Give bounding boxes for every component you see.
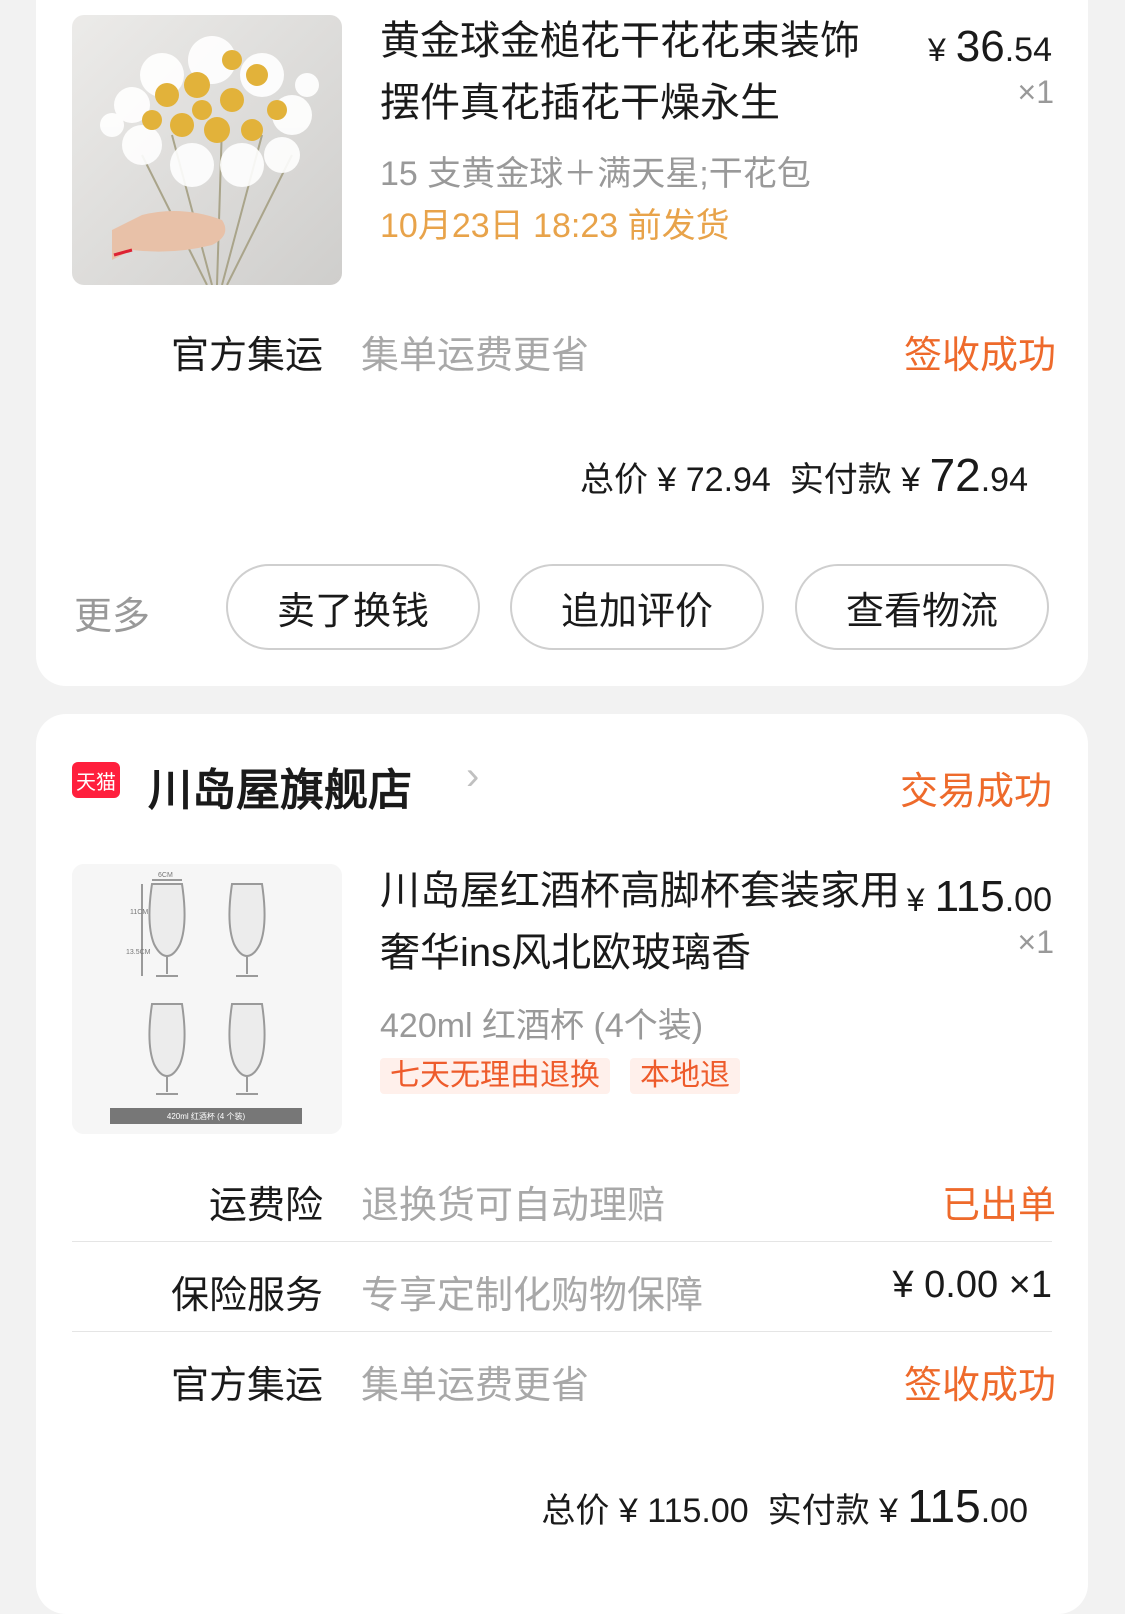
service-status-shipping-insurance[interactable]: 已出单 bbox=[942, 1174, 1056, 1229]
product-title[interactable]: 川岛屋红酒杯高脚杯套装家用奢华ins风北欧玻璃香 bbox=[380, 860, 900, 984]
order-total: 总价 ¥ 115.00 实付款 ¥ 115.00 bbox=[541, 1479, 1028, 1533]
price-decimal: .00 bbox=[1004, 881, 1052, 919]
product-quantity: ×1 bbox=[1017, 74, 1054, 110]
dimension-label-width: 6CM bbox=[158, 872, 173, 879]
order-total: 总价 ¥ 72.94 实付款 ¥ 72.94 bbox=[580, 448, 1028, 502]
product-image-dried-flowers[interactable] bbox=[72, 15, 342, 285]
chevron-right-icon[interactable]: › bbox=[466, 754, 479, 799]
total-price: 总价 ¥ 115.00 bbox=[541, 1492, 749, 1530]
product-price: ¥36.54 bbox=[928, 22, 1052, 72]
service-desc-consolidation: 集单运费更省 bbox=[361, 335, 590, 377]
product-price: ¥115.00 bbox=[907, 872, 1052, 922]
ship-deadline: 10月23日 18:23 前发货 bbox=[380, 207, 730, 245]
divider bbox=[72, 1241, 1052, 1242]
price-currency: ¥ bbox=[927, 32, 946, 68]
service-status-consolidation[interactable]: 签收成功 bbox=[904, 1354, 1056, 1409]
product-sku: 420ml 红酒杯 (4个装) bbox=[380, 1007, 704, 1045]
service-label-insurance: 保险服务 bbox=[170, 1275, 323, 1317]
service-label-shipping-insurance: 运费险 bbox=[208, 1185, 323, 1227]
wine-glass-set-image: 6CM 11CM 13.5CM 420ml 红酒杯 (4 个装) bbox=[72, 864, 342, 1134]
service-label-consolidation: 官方集运 bbox=[170, 335, 323, 377]
paid-integer: 115 bbox=[907, 1480, 981, 1532]
order-status: 交易成功 bbox=[899, 771, 1052, 813]
service-status-consolidation[interactable]: 签收成功 bbox=[904, 324, 1056, 379]
return-policy-tag: 七天无理由退换 bbox=[380, 1058, 610, 1094]
dimension-label-height: 13.5CM bbox=[126, 949, 151, 956]
paid-integer: 72 bbox=[929, 449, 981, 501]
price-integer: 36 bbox=[955, 22, 1005, 71]
divider bbox=[72, 1331, 1052, 1332]
service-status-insurance: ¥ 0.00 ×1 bbox=[892, 1264, 1052, 1306]
service-desc-insurance: 专享定制化购物保障 bbox=[361, 1275, 704, 1317]
product-sku: 15 支黄金球＋满天星;干花包 bbox=[380, 155, 811, 193]
product-image-wine-glasses[interactable]: 6CM 11CM 13.5CM 420ml 红酒杯 (4 个装) bbox=[72, 864, 342, 1134]
paid-label: 实付款 ¥ bbox=[767, 1492, 898, 1530]
total-price: 总价 ¥ 72.94 bbox=[579, 461, 771, 499]
paid-decimal: .94 bbox=[980, 461, 1028, 499]
service-desc-shipping-insurance: 退换货可自动理赔 bbox=[361, 1185, 666, 1227]
order-card: 天猫 川岛屋旗舰店 › 交易成功 6CM 11CM 13.5CM 420ml 红… bbox=[36, 714, 1088, 1614]
dried-flower-bouquet-image bbox=[72, 15, 342, 285]
service-desc-consolidation: 集单运费更省 bbox=[361, 1365, 590, 1407]
image-caption: 420ml 红酒杯 (4 个装) bbox=[167, 1111, 246, 1121]
resell-button[interactable]: 卖了换钱 bbox=[226, 564, 480, 650]
shop-name[interactable]: 川岛屋旗舰店 bbox=[148, 754, 412, 818]
view-logistics-button[interactable]: 查看物流 bbox=[795, 564, 1049, 650]
tmall-badge-icon: 天猫 bbox=[72, 762, 120, 798]
product-quantity: ×1 bbox=[1017, 924, 1054, 960]
paid-label: 实付款 ¥ bbox=[789, 461, 921, 499]
price-decimal: .54 bbox=[1004, 31, 1052, 69]
dimension-label-bowl: 11CM bbox=[130, 909, 148, 916]
add-review-button[interactable]: 追加评价 bbox=[510, 564, 764, 650]
paid-decimal: .00 bbox=[980, 1492, 1028, 1530]
price-currency: ¥ bbox=[906, 882, 925, 918]
service-label-consolidation: 官方集运 bbox=[170, 1365, 323, 1407]
product-title[interactable]: 黄金球金槌花干花花束装饰摆件真花插花干燥永生 bbox=[380, 10, 880, 134]
more-link[interactable]: 更多 bbox=[74, 585, 150, 640]
order-card: 黄金球金槌花干花花束装饰摆件真花插花干燥永生 ¥36.54 ×1 15 支黄金球… bbox=[36, 0, 1088, 686]
price-integer: 115 bbox=[934, 872, 1005, 921]
local-return-tag: 本地退 bbox=[630, 1058, 740, 1094]
